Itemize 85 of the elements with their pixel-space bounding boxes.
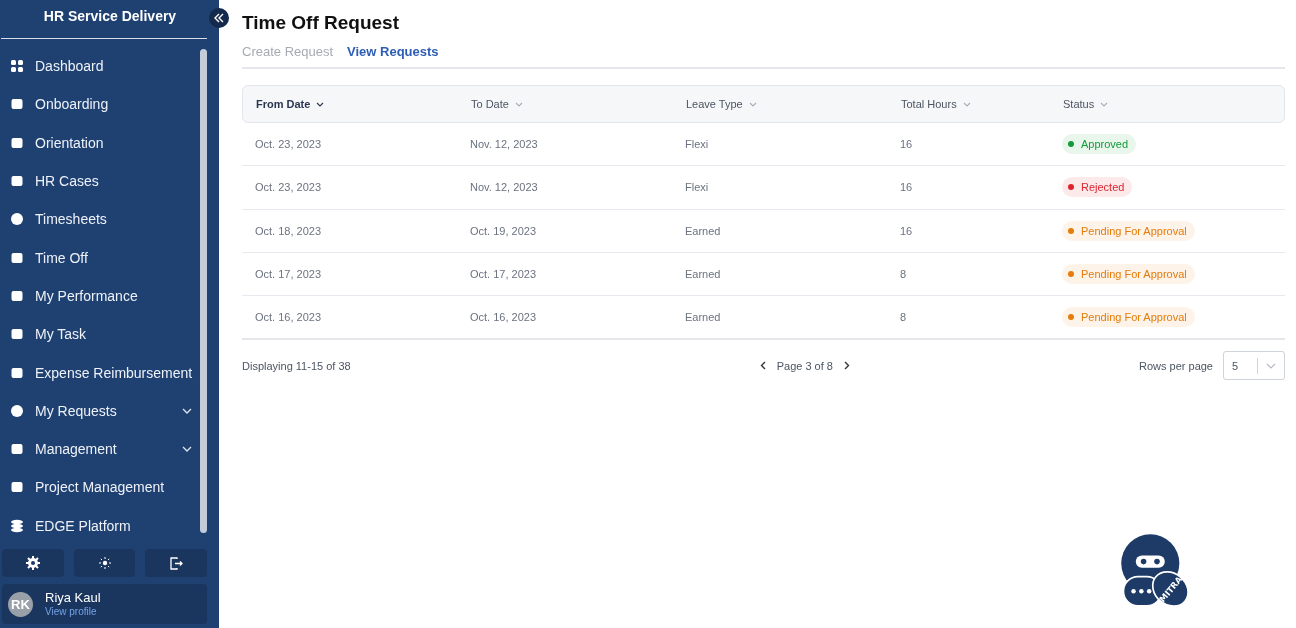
chatbot-robot-drawing[interactable] xyxy=(1121,534,1189,607)
status-badge: Pending For Approval xyxy=(1062,220,1195,241)
sidebar-item[interactable]: My Performance xyxy=(0,276,200,316)
table-cell: Oct. 17, 2023 xyxy=(470,268,537,281)
record-count: Displaying 11-15 of 38 xyxy=(242,360,351,372)
app-title: HR Service Delivery xyxy=(1,0,207,39)
sidebar-item[interactable]: Onboarding xyxy=(0,85,200,124)
sidebar-item[interactable]: Project Management xyxy=(0,468,200,507)
rows-per-page-label: Rows per page xyxy=(1139,360,1213,372)
sidebar-item[interactable]: Orientation xyxy=(0,123,200,162)
table-cell: Flexi xyxy=(685,181,709,194)
menu-item-icon xyxy=(10,518,24,533)
sidebar-item[interactable]: Timesheets xyxy=(0,200,200,239)
menu-item-icon xyxy=(10,365,24,380)
menu-item-icon xyxy=(10,442,24,457)
column-header[interactable]: Total Hours xyxy=(901,98,1063,110)
chevron-down-icon xyxy=(962,101,971,107)
user-card[interactable]: RK Riya Kaul View profile xyxy=(2,584,207,624)
table-cell: Earned xyxy=(685,224,721,237)
table-cell: Nov. 12, 2023 xyxy=(470,138,538,151)
theme-button[interactable] xyxy=(73,549,136,577)
logout-button[interactable] xyxy=(145,549,207,577)
table-cell: Flexi xyxy=(685,138,709,151)
view-profile-link[interactable]: View profile xyxy=(45,605,101,617)
status-badge: Rejected xyxy=(1062,177,1133,198)
chevron-down-icon xyxy=(1100,101,1109,107)
table-cell: Oct. 19, 2023 xyxy=(470,224,537,237)
sidebar-item[interactable]: My Task xyxy=(0,315,200,354)
logout-icon xyxy=(169,556,183,570)
avatar: RK xyxy=(8,591,33,617)
chevron-down-icon xyxy=(748,101,757,107)
table-cell: 16 xyxy=(900,224,913,237)
column-header[interactable]: From Date xyxy=(256,98,471,110)
sidebar-item[interactable]: Dashboard xyxy=(0,47,200,86)
sidebar-item[interactable]: Management xyxy=(0,429,200,469)
rows-per-page-select[interactable]: 5 xyxy=(1223,351,1285,381)
table-cell: 16 xyxy=(900,138,913,151)
user-name: Riya Kaul xyxy=(45,591,101,606)
chevron-down-icon xyxy=(316,101,325,107)
column-header[interactable]: To Date xyxy=(471,98,686,110)
table-cell: 16 xyxy=(900,181,913,194)
menu-item-icon xyxy=(10,174,24,189)
table-cell: Oct. 16, 2023 xyxy=(470,311,537,324)
menu-item-icon xyxy=(10,250,24,265)
menu-item-icon xyxy=(10,212,24,227)
table-cell: Oct. 23, 2023 xyxy=(255,181,322,194)
table-cell: Oct. 18, 2023 xyxy=(255,224,322,237)
double-chevron-left-icon xyxy=(214,13,224,23)
tab[interactable]: View Requests xyxy=(347,44,439,59)
page-indicator: Page 3 of 8 xyxy=(776,360,833,372)
table-cell: Nov. 12, 2023 xyxy=(470,181,538,194)
table-cell: Oct. 16, 2023 xyxy=(255,311,322,324)
chevron-down-icon xyxy=(182,407,192,414)
sidebar-item[interactable]: Time Off xyxy=(0,238,200,277)
sidebar-item[interactable]: My Requests xyxy=(0,391,200,430)
menu-item-icon xyxy=(10,97,24,112)
chevron-down-icon xyxy=(514,101,523,107)
sidebar-item[interactable]: Expense Reimbursement xyxy=(0,353,200,392)
table-cell: Earned xyxy=(685,311,721,324)
menu-item-icon xyxy=(10,288,24,303)
scrollbar[interactable] xyxy=(200,49,207,533)
menu-item-icon xyxy=(10,480,24,495)
column-header[interactable]: Leave Type xyxy=(686,98,901,110)
status-badge: Pending For Approval xyxy=(1062,264,1195,285)
table-cell: Oct. 23, 2023 xyxy=(255,138,322,151)
menu-item-icon xyxy=(10,135,24,150)
menu-item-icon xyxy=(10,327,24,342)
table-cell: Earned xyxy=(685,268,721,281)
menu-item-icon xyxy=(10,59,24,74)
column-header[interactable]: Status xyxy=(1063,98,1284,110)
table-cell: Oct. 17, 2023 xyxy=(255,268,322,281)
sidebar-item[interactable]: EDGE Platform xyxy=(0,506,200,545)
sidebar-item[interactable]: HR Cases xyxy=(0,161,200,201)
settings-button[interactable] xyxy=(2,549,64,577)
status-badge: Pending For Approval xyxy=(1062,307,1195,328)
settings-icon xyxy=(25,556,40,570)
menu-item-icon xyxy=(10,403,24,418)
page-title: Time Off Request xyxy=(242,12,400,34)
status-badge: Approved xyxy=(1062,134,1137,155)
sun-icon xyxy=(98,557,111,569)
collapse-button[interactable] xyxy=(209,8,229,28)
table-cell: 8 xyxy=(900,311,907,324)
chevron-down-icon xyxy=(182,446,192,453)
chevron-down-icon xyxy=(1266,363,1276,369)
table-cell: 8 xyxy=(900,268,907,281)
